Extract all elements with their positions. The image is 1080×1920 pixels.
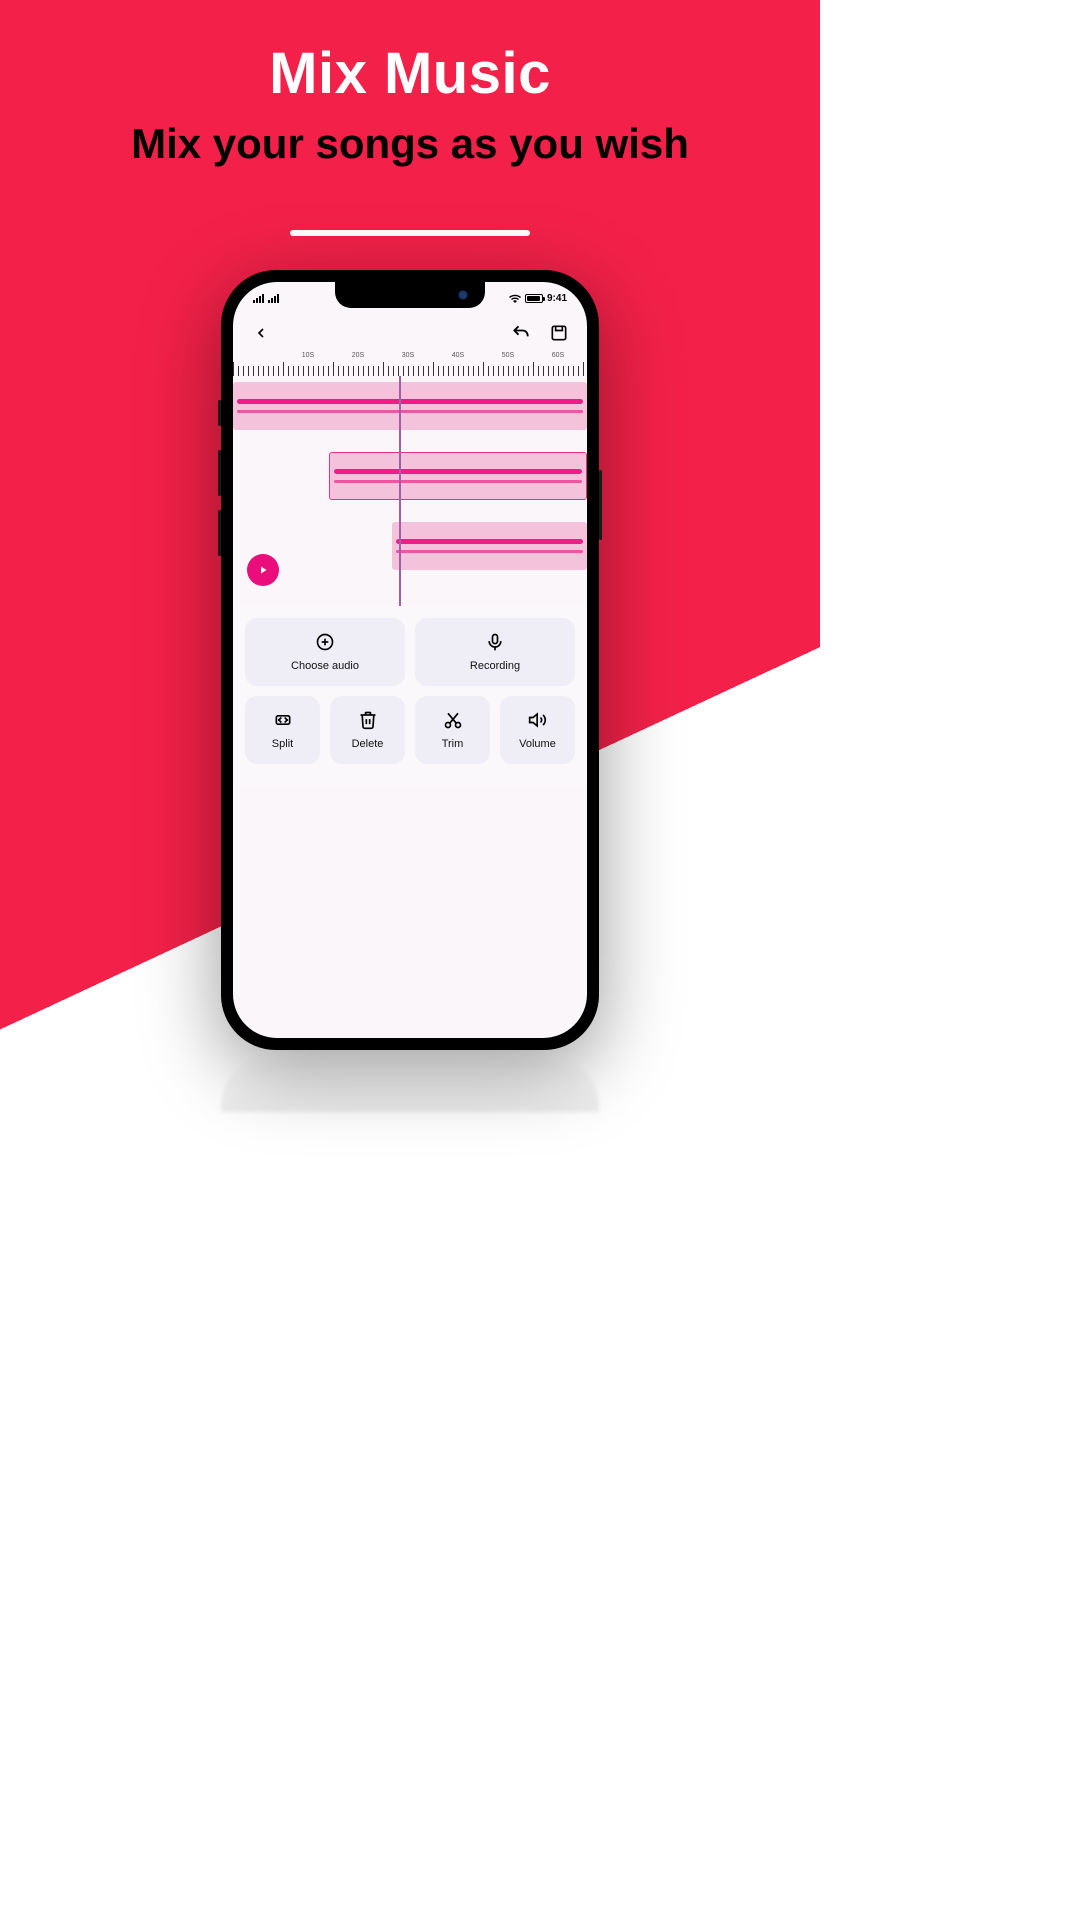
cellular-signal-icon <box>253 294 264 303</box>
ruler-tick-label: 20S <box>333 352 383 359</box>
split-icon <box>273 710 293 730</box>
audio-clip[interactable] <box>392 522 587 570</box>
wifi-icon <box>509 293 521 303</box>
action-panel: Choose audio Recording Split Delete <box>233 606 587 786</box>
delete-button[interactable]: Delete <box>330 696 405 764</box>
phone-frame: 9:41 10S20S30S40S50S60S70S80 <box>221 270 599 1050</box>
save-icon <box>549 323 569 343</box>
split-button[interactable]: Split <box>245 696 320 764</box>
audio-track[interactable] <box>233 376 587 436</box>
undo-icon <box>511 323 531 343</box>
app-screen: 9:41 10S20S30S40S50S60S70S80 <box>233 282 587 1038</box>
audio-track[interactable] <box>233 516 587 576</box>
phone-volume-down <box>218 510 221 556</box>
back-button[interactable] <box>249 321 273 345</box>
play-button[interactable] <box>247 554 279 586</box>
promo-title: Mix Music <box>0 40 820 107</box>
phone-volume-up <box>218 450 221 496</box>
status-time: 9:41 <box>547 293 567 304</box>
plus-circle-icon <box>315 632 335 652</box>
page-indicator <box>290 230 530 236</box>
phone-reflection <box>221 1052 599 1112</box>
delete-label: Delete <box>352 738 384 750</box>
recording-button[interactable]: Recording <box>415 618 575 686</box>
undo-button[interactable] <box>509 321 533 345</box>
waveform <box>237 399 583 413</box>
audio-clip[interactable] <box>233 382 587 430</box>
audio-clip-selected[interactable] <box>329 452 587 500</box>
trim-button[interactable]: Trim <box>415 696 490 764</box>
timeline-ruler[interactable]: 10S20S30S40S50S60S70S80 <box>233 352 587 376</box>
choose-audio-button[interactable]: Choose audio <box>245 618 405 686</box>
chevron-left-icon <box>253 325 269 341</box>
volume-icon <box>528 710 548 730</box>
phone-notch <box>335 282 485 308</box>
scissors-icon <box>443 710 463 730</box>
play-icon <box>257 564 269 576</box>
split-label: Split <box>272 738 293 750</box>
phone-mute-switch <box>218 400 221 426</box>
audio-track[interactable] <box>233 446 587 506</box>
recording-label: Recording <box>470 660 520 672</box>
volume-label: Volume <box>519 738 556 750</box>
waveform <box>396 539 583 553</box>
trash-icon <box>358 710 378 730</box>
timeline[interactable] <box>233 376 587 606</box>
save-button[interactable] <box>547 321 571 345</box>
cellular-signal-icon-2 <box>268 294 279 303</box>
app-bar <box>233 314 587 352</box>
ruler-tick-label: 50S <box>483 352 533 359</box>
playhead[interactable] <box>399 376 401 606</box>
ruler-tick-label: 60S <box>533 352 583 359</box>
promo-subtitle: Mix your songs as you wish <box>0 120 820 168</box>
ruler-tick-label: 30S <box>383 352 433 359</box>
choose-audio-label: Choose audio <box>291 660 359 672</box>
trim-label: Trim <box>442 738 464 750</box>
ruler-tick-label <box>233 352 283 359</box>
microphone-icon <box>485 632 505 652</box>
phone-power-button <box>599 470 602 540</box>
volume-button[interactable]: Volume <box>500 696 575 764</box>
battery-icon <box>525 294 543 303</box>
waveform <box>334 469 582 483</box>
ruler-tick-label: 40S <box>433 352 483 359</box>
ruler-tick-label: 70S <box>583 352 587 359</box>
phone-camera <box>459 291 467 299</box>
ruler-tick-label: 10S <box>283 352 333 359</box>
